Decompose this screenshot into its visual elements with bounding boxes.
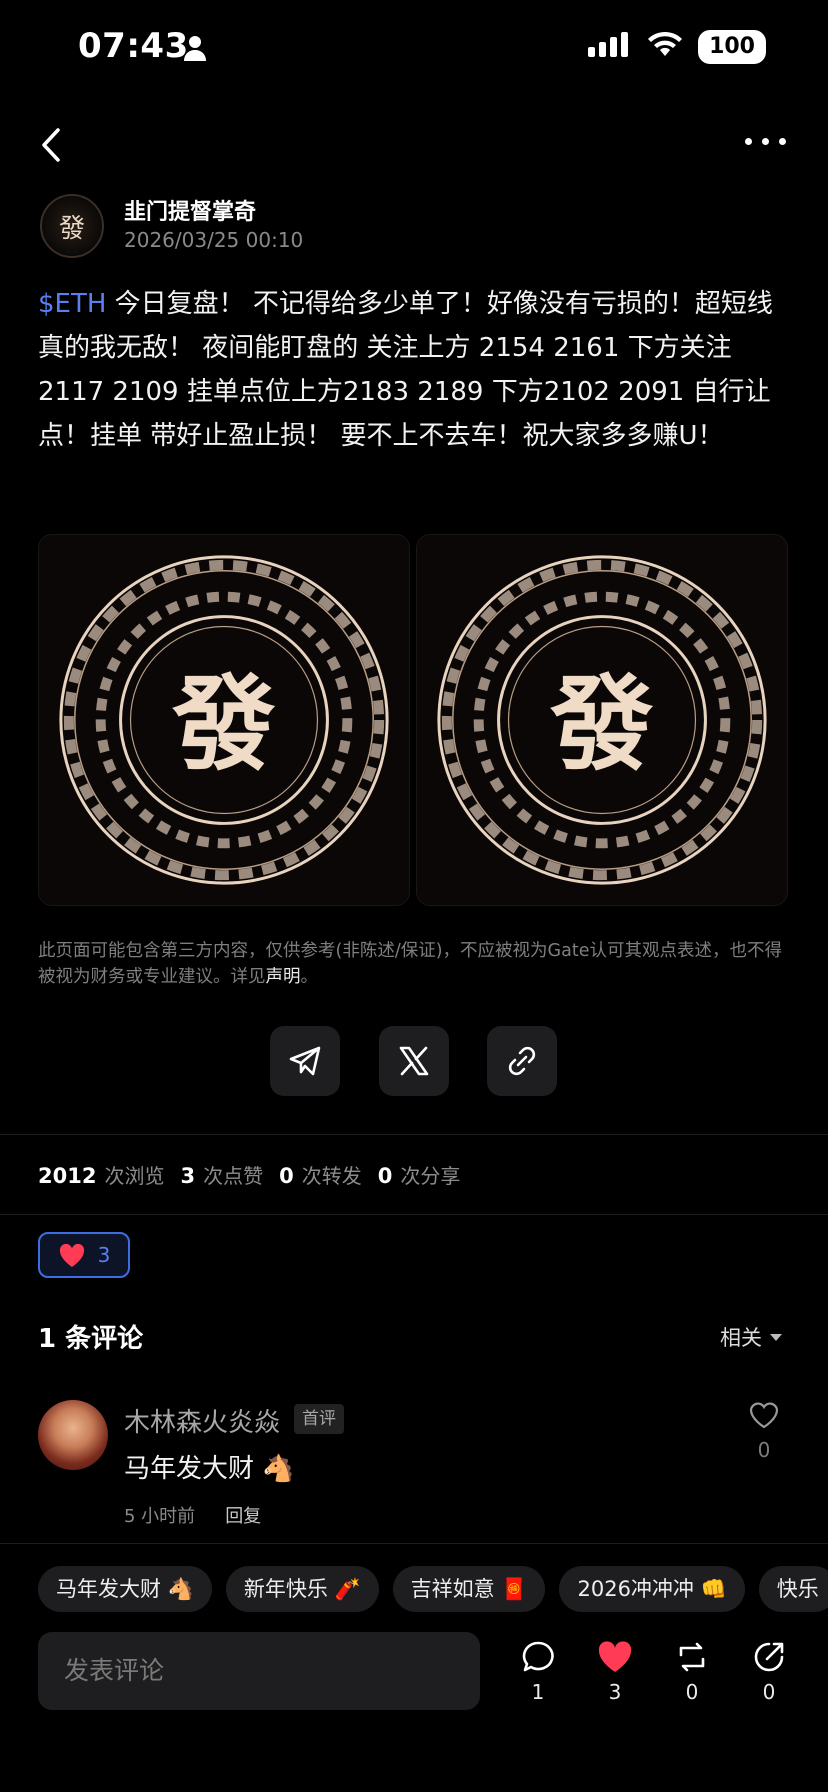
fortune-seal-image: 發 <box>39 535 409 905</box>
status-time: 07:43 <box>78 26 189 66</box>
heart-reaction-chip[interactable]: 3 <box>38 1232 130 1278</box>
svg-text:發: 發 <box>171 664 275 785</box>
divider <box>0 1134 828 1135</box>
comments-title: 1 条评论 <box>38 1324 144 1354</box>
sort-dropdown[interactable]: 相关 <box>720 1322 782 1352</box>
author-name[interactable]: 韭门提督掌奇 <box>124 194 256 226</box>
divider <box>0 1214 828 1215</box>
back-button[interactable] <box>38 126 66 164</box>
repost-icon <box>679 1642 705 1672</box>
share-telegram-button[interactable] <box>270 1026 340 1096</box>
wifi-icon <box>646 31 684 63</box>
fortune-seal-image: 發 <box>417 535 787 905</box>
like-action[interactable]: 3 <box>590 1640 640 1704</box>
heart-outline-icon <box>749 1402 779 1429</box>
comment-action[interactable]: 1 <box>513 1640 563 1704</box>
share-arrow-icon <box>754 1642 784 1672</box>
post-image-1[interactable]: 發 <box>38 534 410 906</box>
heart-icon <box>598 1641 632 1672</box>
quick-reply-chip[interactable]: 马年发大财 🐴 <box>38 1566 212 1612</box>
disclaimer-link[interactable]: 声明 <box>266 967 301 987</box>
share-x-button[interactable] <box>379 1026 449 1096</box>
post-image-2[interactable]: 發 <box>416 534 788 906</box>
commenter-avatar[interactable] <box>38 1400 108 1470</box>
reply-button[interactable]: 回复 <box>225 1502 261 1528</box>
svg-text:發: 發 <box>549 664 653 785</box>
comment-like-count: 0 <box>757 1438 771 1462</box>
first-comment-badge: 首评 <box>294 1404 344 1434</box>
comment-time: 5 小时前 <box>124 1506 196 1527</box>
chevron-left-icon <box>42 128 60 162</box>
link-icon <box>508 1046 536 1076</box>
post-body: $ETH 今日复盘！ 不记得给多少单了！好像没有亏损的！超短线 真的我无敌！ 夜… <box>38 282 794 458</box>
author-avatar[interactable]: 發 <box>40 194 104 258</box>
comment-input[interactable]: 发表评论 <box>38 1632 480 1710</box>
share-action[interactable]: 0 <box>744 1640 794 1704</box>
quick-reply-chip[interactable]: 快乐 <box>758 1566 828 1612</box>
more-options-button[interactable] <box>745 138 786 145</box>
comment-meta: 5 小时前 回复 <box>124 1502 261 1528</box>
chat-bubble-icon <box>522 1641 554 1672</box>
quick-reply-chip[interactable]: 新年快乐 🧨 <box>225 1566 379 1612</box>
quick-reply-chip[interactable]: 2026冲冲冲 👊 <box>559 1566 745 1612</box>
disclaimer: 此页面可能包含第三方内容，仅供参考(非陈述/保证)，不应被视为Gate认可其观点… <box>38 941 782 987</box>
post-timestamp: 2026/03/25 00:10 <box>124 228 304 252</box>
post-stats: 2012 次浏览 3 次点赞 0 次转发 0 次分享 <box>38 1164 461 1188</box>
x-logo-icon <box>399 1046 429 1076</box>
comment-text: 马年发大财 🐴 <box>124 1454 295 1484</box>
quick-reply-chips: 马年发大财 🐴 新年快乐 🧨 吉祥如意 🧧 2026冲冲冲 👊 快乐 <box>38 1566 828 1612</box>
person-icon <box>182 34 208 66</box>
hashtag-link[interactable]: $ETH <box>38 289 106 319</box>
quick-reply-chip[interactable]: 吉祥如意 🧧 <box>392 1566 546 1612</box>
post-body-text: 今日复盘！ 不记得给多少单了！好像没有亏损的！超短线 真的我无敌！ 夜间能盯盘的… <box>38 289 773 451</box>
divider <box>0 1543 828 1544</box>
battery-indicator: 100 <box>698 30 766 64</box>
copy-link-button[interactable] <box>487 1026 557 1096</box>
status-indicators: 100 <box>588 30 766 64</box>
paper-plane-icon <box>289 1046 321 1076</box>
signal-icon <box>588 31 632 63</box>
repost-action[interactable]: 0 <box>667 1640 717 1704</box>
heart-icon <box>59 1243 84 1267</box>
comment-like-button[interactable]: 0 <box>742 1400 786 1462</box>
commenter-name[interactable]: 木林森火炎焱 <box>124 1402 280 1439</box>
caret-down-icon <box>770 1333 782 1341</box>
